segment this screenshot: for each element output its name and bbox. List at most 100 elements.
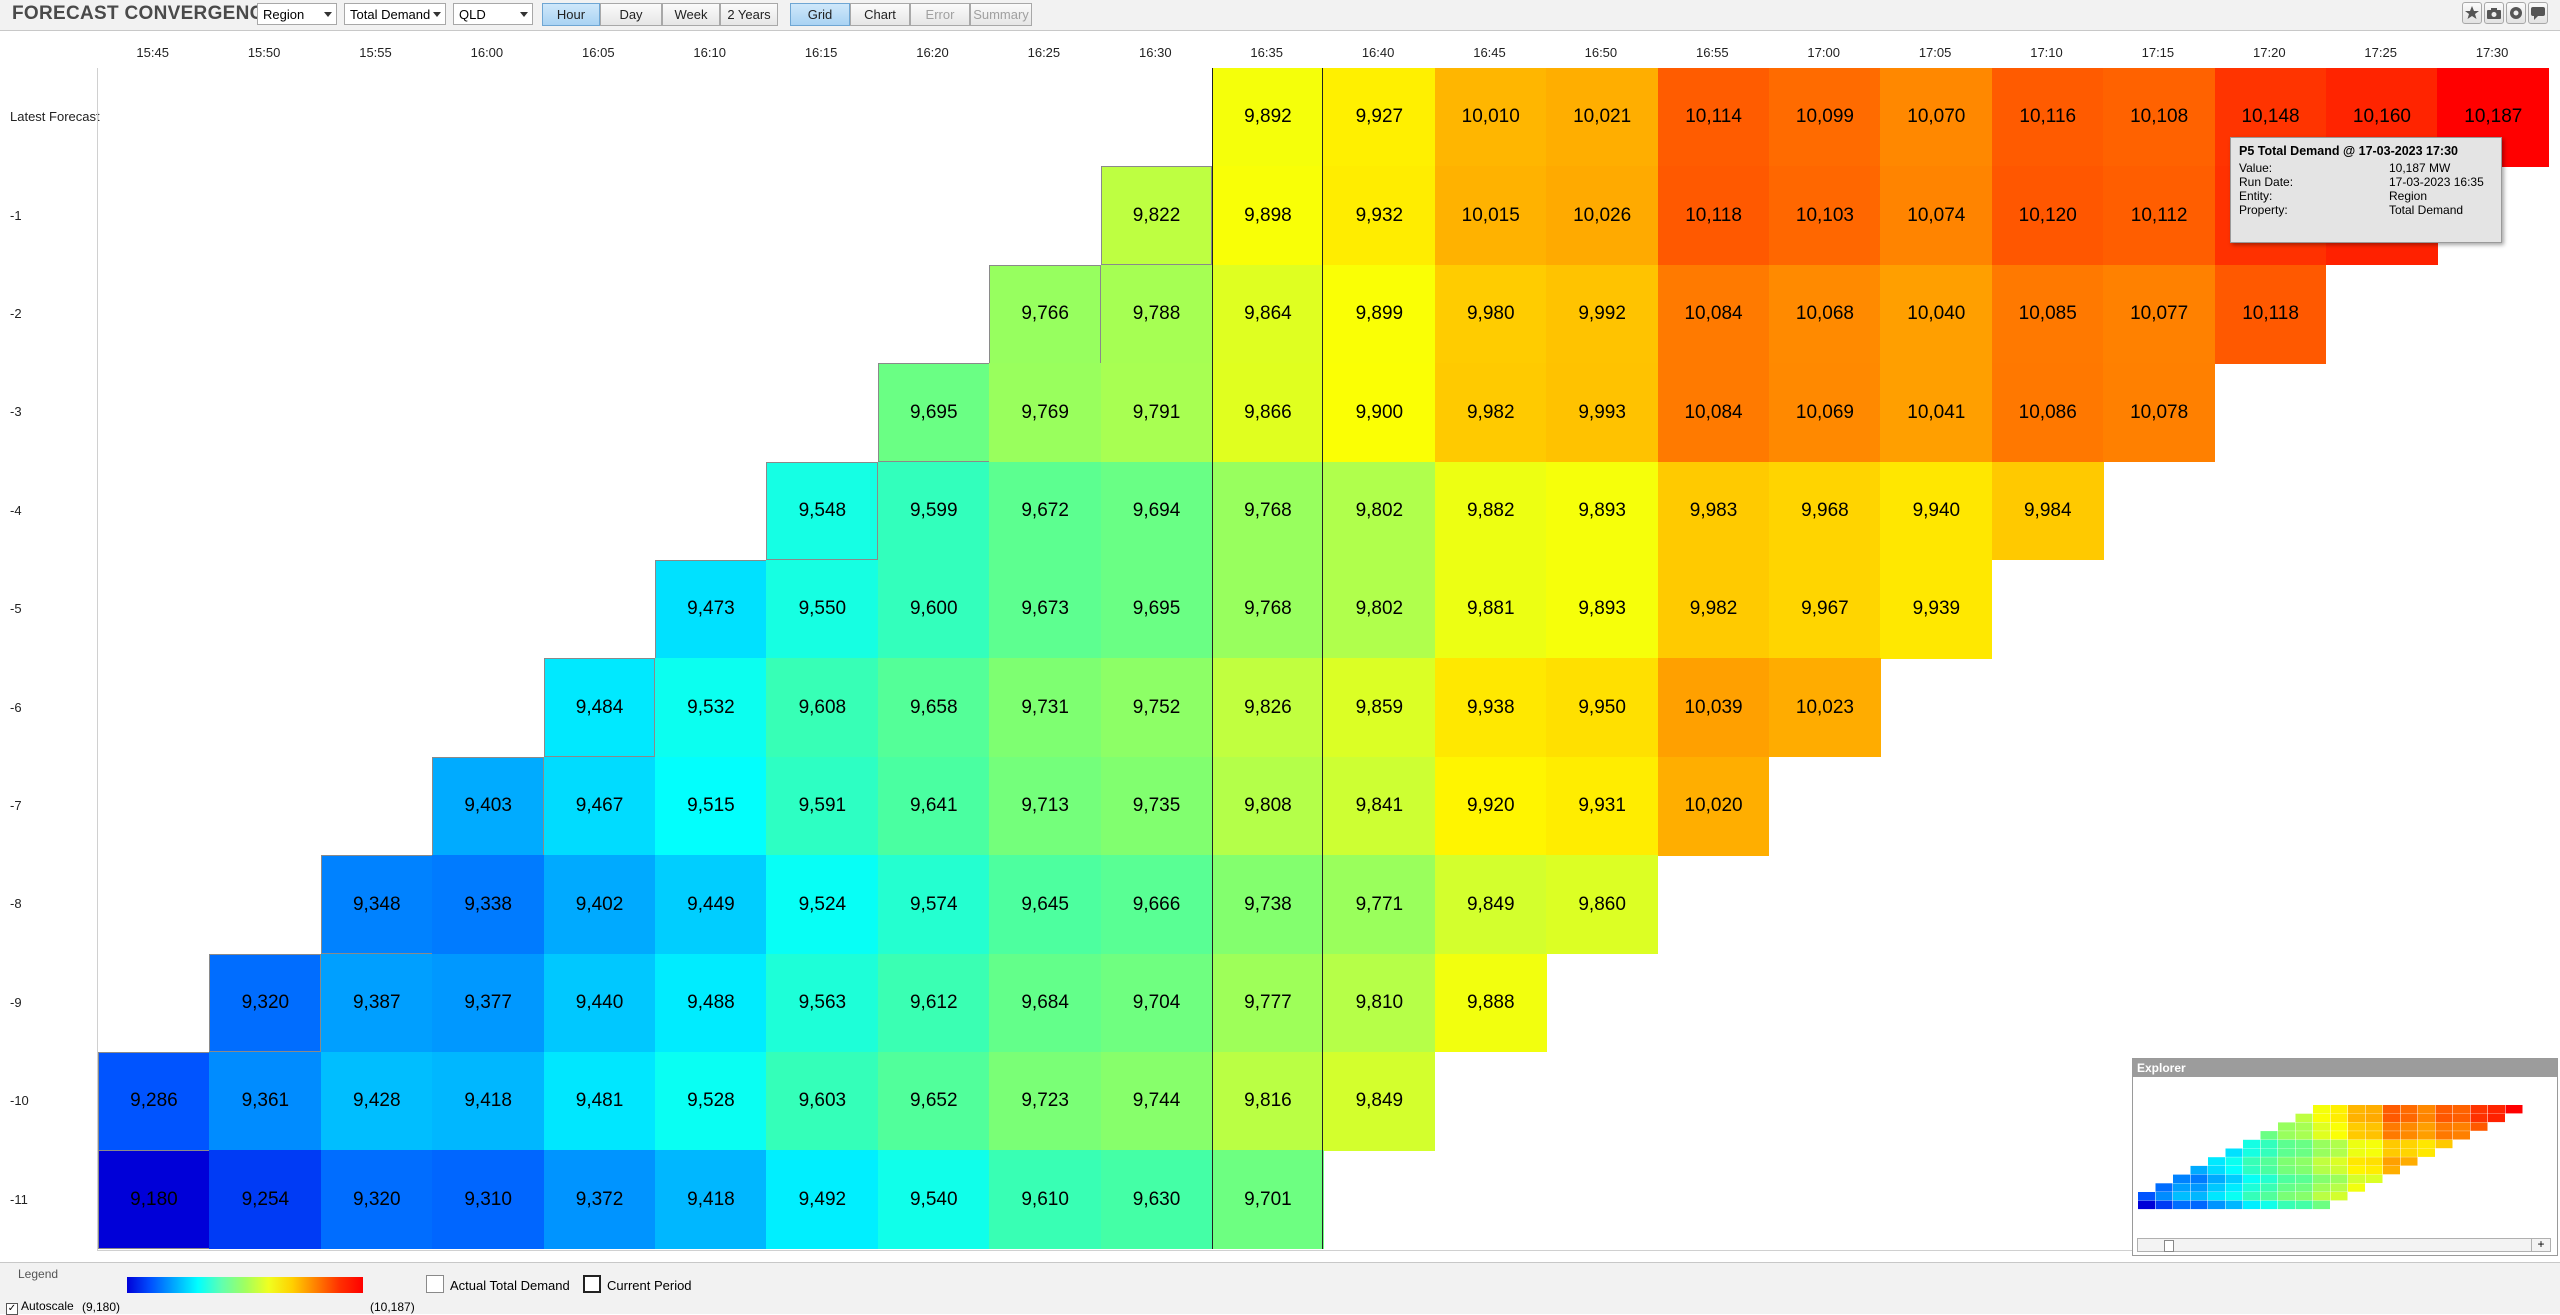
heatmap-cell[interactable]: 9,927 <box>1323 68 1436 167</box>
comment-icon[interactable] <box>2528 2 2548 24</box>
heatmap-cell[interactable]: 9,666 <box>1100 855 1213 955</box>
heatmap-cell[interactable]: 9,816 <box>1212 1052 1324 1151</box>
heatmap-cell[interactable]: 9,377 <box>432 953 545 1053</box>
heatmap-cell[interactable]: 9,488 <box>655 953 767 1053</box>
heatmap-cell[interactable]: 9,768 <box>1212 560 1324 659</box>
heatmap-cell[interactable]: 9,849 <box>1434 855 1547 955</box>
explorer-slider-thumb[interactable] <box>2164 1240 2174 1252</box>
heatmap-cell[interactable]: 9,983 <box>1657 461 1770 561</box>
heatmap-cell[interactable]: 10,112 <box>2103 166 2216 266</box>
heatmap-cell[interactable]: 9,982 <box>1657 560 1770 659</box>
heatmap-cell[interactable]: 10,116 <box>1991 68 2104 167</box>
heatmap-cell[interactable]: 9,608 <box>766 658 879 758</box>
heatmap-cell[interactable]: 10,070 <box>1880 68 1993 167</box>
heatmap-cell[interactable]: 9,810 <box>1323 953 1436 1053</box>
day-button[interactable]: Day <box>600 3 662 26</box>
heatmap-cell[interactable]: 9,931 <box>1546 756 1659 856</box>
heatmap-cell[interactable]: 9,610 <box>989 1150 1102 1250</box>
heatmap-cell[interactable]: 9,881 <box>1434 560 1547 659</box>
heatmap-cell[interactable]: 9,540 <box>877 1150 990 1250</box>
heatmap-cell[interactable]: 9,449 <box>655 855 767 955</box>
heatmap-cell[interactable]: 9,771 <box>1323 855 1436 955</box>
heatmap-cell[interactable]: 9,899 <box>1323 264 1436 364</box>
heatmap-cell[interactable]: 9,361 <box>209 1052 322 1151</box>
heatmap-cell[interactable]: 9,254 <box>209 1150 322 1250</box>
heatmap-cell[interactable]: 10,084 <box>1657 264 1770 364</box>
heatmap-cell[interactable]: 9,866 <box>1212 363 1324 463</box>
chart-view-button[interactable]: Chart <box>850 3 910 26</box>
heatmap-cell[interactable]: 9,738 <box>1212 855 1324 955</box>
heatmap-cell[interactable]: 9,467 <box>543 756 656 856</box>
heatmap-cell[interactable]: 9,940 <box>1880 461 1993 561</box>
heatmap-cell[interactable]: 9,612 <box>877 953 990 1053</box>
heatmap-cell[interactable]: 9,888 <box>1434 953 1547 1053</box>
heatmap-cell[interactable]: 9,859 <box>1323 658 1436 758</box>
heatmap-cell[interactable]: 9,645 <box>989 855 1102 955</box>
heatmap-cell[interactable]: 9,860 <box>1546 855 1659 955</box>
heatmap-cell[interactable]: 9,802 <box>1323 461 1436 561</box>
heatmap-cell[interactable]: 9,704 <box>1100 953 1213 1053</box>
heatmap-cell[interactable]: 9,939 <box>1880 560 1993 659</box>
heatmap-cell[interactable]: 9,723 <box>989 1052 1102 1151</box>
zoom-in-button[interactable]: + <box>2531 1238 2550 1252</box>
explorer-minimap[interactable] <box>2135 1081 2555 1231</box>
heatmap-cell[interactable]: 9,968 <box>1769 461 1881 561</box>
star-icon[interactable] <box>2462 2 2482 24</box>
heatmap-cell[interactable]: 9,982 <box>1434 363 1547 463</box>
heatmap-cell[interactable]: 9,701 <box>1212 1150 1324 1250</box>
heatmap-cell[interactable]: 10,041 <box>1880 363 1993 463</box>
heatmap-cell[interactable]: 9,492 <box>766 1150 879 1250</box>
heatmap-cell[interactable]: 9,180 <box>98 1150 210 1250</box>
heatmap-cell[interactable]: 9,641 <box>877 756 990 856</box>
heatmap-cell[interactable]: 9,900 <box>1323 363 1436 463</box>
heatmap-cell[interactable]: 9,320 <box>209 953 322 1053</box>
heatmap-cell[interactable]: 10,010 <box>1434 68 1547 167</box>
heatmap-cell[interactable]: 9,950 <box>1546 658 1659 758</box>
heatmap-cell[interactable]: 9,713 <box>989 756 1102 856</box>
heatmap-cell[interactable]: 9,932 <box>1323 166 1436 266</box>
heatmap-cell[interactable]: 9,788 <box>1100 264 1213 364</box>
heatmap-cell[interactable]: 9,684 <box>989 953 1102 1053</box>
heatmap-cell[interactable]: 10,015 <box>1434 166 1547 266</box>
heatmap-cell[interactable]: 9,672 <box>989 461 1102 561</box>
heatmap-cell[interactable]: 9,920 <box>1434 756 1547 856</box>
heatmap-cell[interactable]: 9,338 <box>432 855 545 955</box>
heatmap-cell[interactable]: 9,967 <box>1769 560 1881 659</box>
heatmap-cell[interactable]: 9,938 <box>1434 658 1547 758</box>
heatmap-cell[interactable]: 9,310 <box>432 1150 545 1250</box>
heatmap-cell[interactable]: 9,980 <box>1434 264 1547 364</box>
heatmap-cell[interactable]: 10,021 <box>1546 68 1659 167</box>
heatmap-cell[interactable]: 10,069 <box>1769 363 1881 463</box>
heatmap-cell[interactable]: 9,418 <box>432 1052 545 1151</box>
heatmap-cell[interactable]: 9,695 <box>877 363 990 463</box>
heatmap-cell[interactable]: 9,849 <box>1323 1052 1436 1151</box>
heatmap-cell[interactable]: 9,481 <box>543 1052 656 1151</box>
heatmap-cell[interactable]: 9,387 <box>320 953 433 1053</box>
heatmap-cell[interactable]: 10,120 <box>1991 166 2104 266</box>
heatmap-cell[interactable]: 10,039 <box>1657 658 1770 758</box>
heatmap-cell[interactable]: 10,084 <box>1657 363 1770 463</box>
heatmap-cell[interactable]: 9,600 <box>877 560 990 659</box>
heatmap-cell[interactable]: 9,286 <box>98 1052 210 1151</box>
two-years-button[interactable]: 2 Years <box>720 3 778 26</box>
property-dropdown[interactable]: Total Demand <box>344 3 446 25</box>
heatmap-cell[interactable]: 9,992 <box>1546 264 1659 364</box>
heatmap-cell[interactable]: 9,603 <box>766 1052 879 1151</box>
heatmap-cell[interactable]: 10,108 <box>2103 68 2216 167</box>
heatmap-cell[interactable]: 9,574 <box>877 855 990 955</box>
heatmap-cell[interactable]: 9,630 <box>1100 1150 1213 1250</box>
heatmap-cell[interactable]: 9,769 <box>989 363 1102 463</box>
heatmap-cell[interactable]: 10,040 <box>1880 264 1993 364</box>
heatmap-cell[interactable]: 10,118 <box>1657 166 1770 266</box>
heatmap-cell[interactable]: 9,791 <box>1100 363 1213 463</box>
heatmap-cell[interactable]: 9,515 <box>655 756 767 856</box>
heatmap-cell[interactable]: 9,882 <box>1434 461 1547 561</box>
heatmap-cell[interactable]: 9,524 <box>766 855 879 955</box>
camera-icon[interactable] <box>2484 2 2504 24</box>
heatmap-cell[interactable]: 9,802 <box>1323 560 1436 659</box>
heatmap-cell[interactable]: 9,826 <box>1212 658 1324 758</box>
heatmap-cell[interactable]: 9,658 <box>877 658 990 758</box>
explorer-slider[interactable]: + <box>2137 1238 2551 1252</box>
heatmap-cell[interactable]: 9,893 <box>1546 461 1659 561</box>
heatmap-cell[interactable]: 9,744 <box>1100 1052 1213 1151</box>
